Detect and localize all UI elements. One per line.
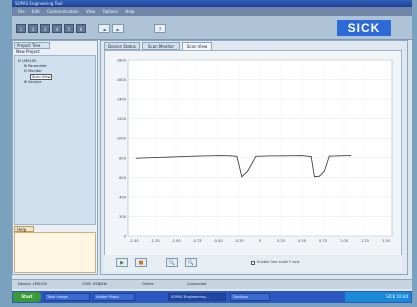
- toolbar-button-4[interactable]: 4: [52, 24, 62, 33]
- x-tick-label: 0.75: [319, 239, 327, 243]
- y-tick-label: 1600: [117, 78, 127, 82]
- window-border-left: [0, 0, 12, 307]
- data-point: [241, 176, 243, 178]
- data-point: [236, 155, 238, 157]
- free-scale-label: Enable free scale Y axis: [257, 260, 300, 264]
- tree-item-parameter[interactable]: ⊞ Parameter: [24, 64, 47, 68]
- x-tick-label: 0.25: [277, 239, 285, 243]
- data-point: [323, 170, 325, 172]
- x-tick-label: -0.50: [213, 239, 223, 243]
- x-tick-label: 1.50: [382, 239, 391, 243]
- menu-edit[interactable]: Edit: [32, 9, 40, 14]
- data-point: [218, 155, 220, 157]
- x-tick-label: -0.75: [192, 239, 201, 243]
- y-tick-label: 1200: [117, 117, 127, 121]
- y-tick-label: 600: [119, 176, 127, 180]
- menu-communication[interactable]: Communication: [47, 9, 79, 14]
- play-icon[interactable]: ▶: [116, 258, 128, 267]
- window-border-right: [412, 0, 417, 307]
- project-tree-tab[interactable]: Project Tree: [14, 42, 50, 49]
- data-point: [300, 155, 302, 157]
- x-tick-label: 0: [259, 239, 262, 243]
- status-online: Online: [142, 282, 154, 286]
- forward-icon[interactable]: ►: [112, 24, 124, 33]
- menu-options[interactable]: Options: [103, 9, 118, 14]
- menu-bar: File Edit Communication View Options Hel…: [12, 7, 412, 16]
- status-connected: Connected: [187, 282, 207, 286]
- start-button[interactable]: Start: [13, 292, 41, 302]
- x-tick-label: -1.50: [129, 239, 139, 243]
- y-tick-label: 1000: [117, 137, 127, 141]
- menu-help[interactable]: Help: [125, 9, 134, 14]
- help-icon[interactable]: ?: [154, 24, 166, 33]
- data-point: [337, 155, 339, 157]
- menu-file[interactable]: File: [18, 9, 25, 14]
- x-tick-label: -1.25: [150, 239, 159, 243]
- data-point: [350, 155, 352, 157]
- status-bar: Device: LMS100 COM: USB/Eth Online Conne…: [12, 279, 412, 289]
- data-point: [310, 156, 312, 158]
- window-border-bottom: [0, 303, 417, 307]
- free-scale-checkbox[interactable]: [251, 261, 255, 265]
- zoom-out-icon[interactable]: 🔍: [185, 258, 197, 267]
- y-tick-label: 200: [119, 215, 127, 219]
- data-point: [318, 175, 320, 177]
- x-tick-label: -0.25: [234, 239, 243, 243]
- tree-item-monitor[interactable]: ⊟ Monitor: [24, 69, 42, 73]
- data-point: [313, 176, 315, 178]
- task-sopas[interactable]: SOPAS Engineering...: [168, 293, 226, 301]
- toolbar-button-2[interactable]: 2: [28, 24, 38, 33]
- x-tick-label: -1.00: [171, 239, 181, 243]
- menu-view[interactable]: View: [86, 9, 96, 14]
- data-point: [284, 155, 286, 157]
- task-desktop[interactable]: Desktop: [230, 293, 270, 301]
- tab-device-status[interactable]: Device Status: [104, 42, 140, 50]
- y-tick-label: 0: [124, 235, 127, 239]
- system-tray: SICK 10:44: [345, 292, 411, 302]
- status-com: COM: USB/Eth: [82, 282, 108, 286]
- project-tree: ⊟ LMS100 ⊞ Parameter ⊟ Monitor Scan View…: [14, 55, 96, 225]
- scan-chart: 180016001400120010008006004002000-1.50 -1…: [117, 59, 393, 243]
- toolbar-button-5[interactable]: 5: [64, 24, 74, 33]
- back-icon[interactable]: ◄: [98, 24, 110, 33]
- data-point: [135, 157, 137, 159]
- x-tick-label: 1.25: [361, 239, 369, 243]
- sick-logo: SICK: [337, 20, 391, 36]
- toolbar-button-3[interactable]: 3: [40, 24, 50, 33]
- tree-item-service[interactable]: ⊞ Service: [24, 80, 41, 84]
- y-tick-label: 1400: [117, 98, 127, 102]
- tab-scan-monitor[interactable]: Scan Monitor: [142, 42, 180, 50]
- toolbar-button-6[interactable]: 6: [76, 24, 86, 33]
- task-adobe-photo[interactable]: Adobe Photo: [93, 293, 135, 301]
- data-point: [328, 155, 330, 157]
- y-tick-label: 800: [119, 156, 127, 160]
- data-point: [255, 155, 257, 157]
- zoom-in-icon[interactable]: 🔍: [166, 258, 178, 267]
- title-bar: SOPAS Engineering Tool: [12, 0, 412, 7]
- status-device: Device: LMS100: [18, 282, 47, 286]
- y-tick-label: 1800: [117, 59, 127, 63]
- data-point: [168, 156, 170, 158]
- x-tick-label: 1.00: [340, 239, 349, 243]
- tree-item-device[interactable]: ⊟ LMS100: [18, 59, 36, 63]
- y-tick-label: 400: [119, 195, 127, 199]
- toolbar-button-1[interactable]: 1: [16, 24, 26, 33]
- x-tick-label: 0.50: [298, 239, 307, 243]
- data-point: [193, 155, 195, 157]
- data-point: [247, 170, 249, 172]
- data-point: [230, 155, 232, 157]
- stop-icon[interactable]: ■: [135, 258, 147, 267]
- task-total-image[interactable]: Total Image: [44, 293, 90, 301]
- data-point: [267, 155, 269, 157]
- help-panel: [14, 232, 96, 273]
